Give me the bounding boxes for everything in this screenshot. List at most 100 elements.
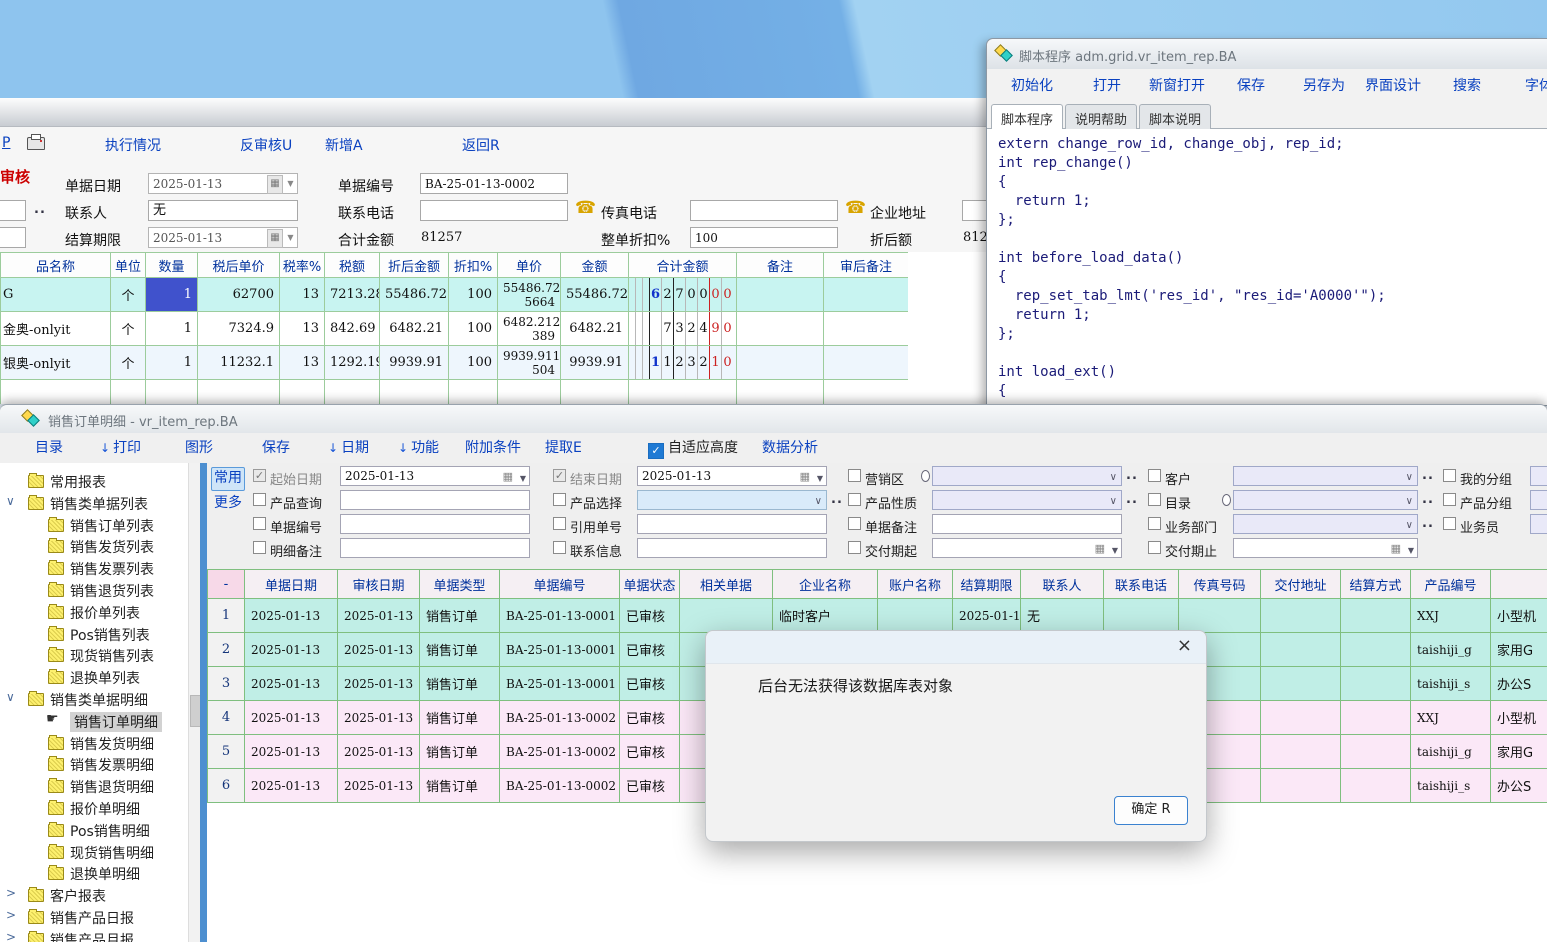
- table-cell[interactable]: XXJ: [1411, 701, 1491, 735]
- common-filter-button[interactable]: 常用: [211, 467, 245, 491]
- filter-field-业务员[interactable]: [1530, 514, 1547, 534]
- filter-field-产品选择[interactable]: ∨: [637, 490, 827, 510]
- chevron-down-icon[interactable]: ∨: [1406, 517, 1413, 534]
- filter-checkbox-业务员[interactable]: [1443, 517, 1456, 530]
- grid-cell[interactable]: [824, 278, 909, 312]
- sidebar-item-报价单列表[interactable]: 报价单列表: [0, 602, 200, 622]
- table-cell[interactable]: 已审核: [620, 701, 680, 735]
- table-cell[interactable]: [1341, 735, 1411, 769]
- table-cell[interactable]: 销售订单: [420, 633, 500, 667]
- table-cell[interactable]: [1104, 599, 1179, 633]
- phone-icon[interactable]: ☎: [575, 198, 596, 218]
- table-cell[interactable]: 销售订单: [420, 701, 500, 735]
- filter-checkbox-目录[interactable]: [1148, 493, 1161, 506]
- sidebar-item-退换单列表[interactable]: 退换单列表: [0, 667, 200, 687]
- grid-cell[interactable]: 100: [449, 278, 498, 312]
- table-cell[interactable]: 已审核: [620, 735, 680, 769]
- chevron-down-icon[interactable]: ▼: [1112, 542, 1118, 558]
- filter-checkbox-单据备注[interactable]: [848, 517, 861, 530]
- grid-cell[interactable]: 13: [280, 346, 325, 380]
- grid-cell[interactable]: [380, 380, 449, 405]
- filter-field-产品性质[interactable]: ∨: [932, 490, 1122, 510]
- grid-cell[interactable]: 9939.91: [380, 346, 449, 380]
- grid-cell[interactable]: 11232.1: [198, 346, 280, 380]
- grid-cell[interactable]: [737, 278, 824, 312]
- toolbar-button-返回R[interactable]: 返回R: [462, 135, 500, 155]
- filter-checkbox-业务部门[interactable]: [1148, 517, 1161, 530]
- table-cell[interactable]: 2025-01-13: [245, 667, 338, 701]
- table-cell[interactable]: [1261, 769, 1341, 803]
- grid-cell[interactable]: [449, 380, 498, 405]
- filter-field-单据备注[interactable]: [932, 514, 1122, 534]
- sidebar-item-销售退货明细[interactable]: 销售退货明细: [0, 776, 200, 796]
- settle-date-field[interactable]: 2025-01-13 ▦▼: [148, 227, 298, 248]
- table-cell[interactable]: 办公S: [1491, 769, 1547, 803]
- grid-cell[interactable]: [737, 380, 824, 405]
- filter-checkbox-产品分组[interactable]: [1443, 493, 1456, 506]
- toolbar-button-功能[interactable]: ↓功能: [398, 437, 439, 457]
- collapse-icon[interactable]: ∨: [6, 690, 15, 704]
- row-number-cell[interactable]: 4: [208, 701, 245, 735]
- row-number-cell[interactable]: 1: [208, 599, 245, 633]
- table-cell[interactable]: taishiji_g: [1411, 735, 1491, 769]
- filter-checkbox-引用单号[interactable]: [553, 517, 566, 530]
- fax-field[interactable]: [690, 200, 838, 221]
- table-cell[interactable]: 已审核: [620, 633, 680, 667]
- table-cell[interactable]: BA-25-01-13-0001: [500, 633, 620, 667]
- doc-no-field[interactable]: BA-25-01-13-0002: [420, 173, 568, 194]
- filter-field-交付期止[interactable]: ▦▼: [1233, 538, 1418, 558]
- chevron-down-icon[interactable]: ▼: [1408, 542, 1414, 558]
- grid-cell[interactable]: 55486.725664: [498, 278, 561, 312]
- filter-checkbox-产品性质[interactable]: [848, 493, 861, 506]
- grid-cell[interactable]: 7324.9: [198, 312, 280, 346]
- table-cell[interactable]: [1261, 735, 1341, 769]
- table-cell[interactable]: 已审核: [620, 599, 680, 633]
- table-cell[interactable]: BA-25-01-13-0002: [500, 701, 620, 735]
- cut-field-left-2[interactable]: [0, 227, 26, 248]
- filter-checkbox-明细备注[interactable]: [253, 541, 266, 554]
- expand-icon[interactable]: >: [6, 908, 16, 922]
- sidebar-item-销售发票明细[interactable]: 销售发票明细: [0, 754, 200, 774]
- table-cell[interactable]: 2025-01-13: [338, 667, 420, 701]
- table-cell[interactable]: BA-25-01-13-0001: [500, 667, 620, 701]
- table-cell[interactable]: 2025-01-13: [245, 633, 338, 667]
- grid-cell[interactable]: 1: [146, 346, 198, 380]
- chevron-down-icon[interactable]: ▼: [817, 470, 823, 486]
- script-window-titlebar[interactable]: 脚本程序 adm.grid.vr_item_rep.BA: [987, 39, 1547, 69]
- filter-checkbox-结束日期[interactable]: ✓: [553, 469, 566, 482]
- table-cell[interactable]: [1341, 599, 1411, 633]
- sidebar-item-销售退货列表[interactable]: 销售退货列表: [0, 580, 200, 600]
- grid-cell[interactable]: 6270000: [629, 278, 737, 312]
- expand-icon[interactable]: >: [6, 886, 16, 900]
- filter-field-明细备注[interactable]: [340, 538, 530, 558]
- grid-cell[interactable]: 13: [280, 278, 325, 312]
- sidebar-item-退换单明细[interactable]: 退换单明细: [0, 863, 200, 883]
- table-cell[interactable]: [1341, 769, 1411, 803]
- table-cell[interactable]: 办公S: [1491, 667, 1547, 701]
- table-cell[interactable]: 家用G: [1491, 633, 1547, 667]
- filter-checkbox-单据编号[interactable]: [253, 517, 266, 530]
- grid-cell[interactable]: 55486.72: [561, 278, 629, 312]
- filter-field-产品查询[interactable]: [340, 490, 530, 510]
- toolbar-button-图形[interactable]: 图形: [185, 437, 213, 457]
- toolbar-button-日期[interactable]: ↓日期: [328, 437, 369, 457]
- checkbox-自适应高度[interactable]: ✓: [648, 443, 664, 459]
- table-cell[interactable]: taishiji_s: [1411, 769, 1491, 803]
- table-cell[interactable]: 2025-01-13: [953, 599, 1021, 633]
- report-window-titlebar[interactable]: 销售订单明细 - vr_item_rep.BA: [0, 405, 1547, 433]
- filter-field-交付期起[interactable]: ▦▼: [932, 538, 1122, 558]
- close-icon[interactable]: ×: [1177, 635, 1192, 656]
- table-cell[interactable]: taishiji_s: [1411, 667, 1491, 701]
- doc-date-field[interactable]: 2025-01-13 ▦▼: [148, 173, 298, 194]
- sidebar-item-销售订单明细[interactable]: ☛销售订单明细: [0, 711, 200, 731]
- grid-cell[interactable]: [561, 380, 629, 405]
- grid-cell[interactable]: 13: [280, 312, 325, 346]
- grid-cell[interactable]: G: [1, 278, 111, 312]
- grid-cell[interactable]: 6482.21: [561, 312, 629, 346]
- row-number-cell[interactable]: 2: [208, 633, 245, 667]
- calendar-icon[interactable]: ▦: [1391, 540, 1401, 558]
- toolbar-button-新窗打开[interactable]: 新窗打开: [1149, 75, 1205, 95]
- toolbar-button-另存为[interactable]: 另存为: [1303, 75, 1345, 95]
- table-cell[interactable]: 已审核: [620, 667, 680, 701]
- row-number-cell[interactable]: 6: [208, 769, 245, 803]
